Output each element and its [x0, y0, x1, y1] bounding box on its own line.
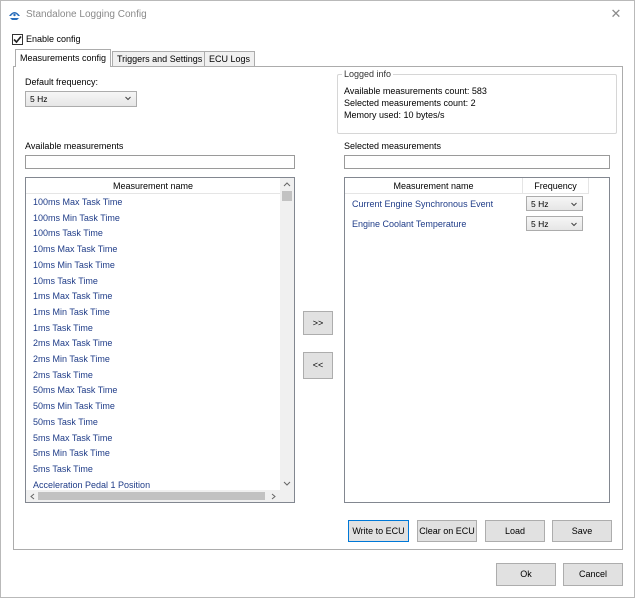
selected-measurements-label: Selected measurements	[344, 141, 442, 151]
save-button[interactable]: Save	[552, 520, 612, 542]
enable-config-label[interactable]: Enable config	[26, 34, 81, 44]
selected-measurements-list[interactable]: Measurement name Frequency Current Engin…	[344, 177, 610, 503]
remove-measurement-button[interactable]: <<	[303, 352, 333, 379]
title-bar[interactable]: Standalone Logging Config ✕	[1, 1, 634, 29]
close-icon[interactable]: ✕	[608, 6, 624, 22]
window-title: Standalone Logging Config	[26, 9, 147, 20]
list-item[interactable]: 5ms Task Time	[33, 464, 93, 474]
available-measurements-list[interactable]: Measurement name 100ms Max Task Time 100m…	[25, 177, 295, 503]
memory-used-text: Memory used: 10 bytes/s	[344, 110, 445, 120]
available-column-header[interactable]: Measurement name	[26, 178, 281, 194]
default-frequency-label: Default frequency:	[25, 77, 99, 87]
scroll-up-icon[interactable]	[283, 181, 291, 187]
list-item[interactable]: 100ms Min Task Time	[33, 213, 120, 223]
default-frequency-select[interactable]: 5 Hz	[25, 91, 137, 107]
selected-row-name[interactable]: Engine Coolant Temperature	[352, 219, 466, 229]
tab-ecu-logs[interactable]: ECU Logs	[204, 51, 256, 66]
ok-button[interactable]: Ok	[496, 563, 556, 586]
list-item[interactable]: 10ms Max Task Time	[33, 244, 117, 254]
list-item[interactable]: Acceleration Pedal 1 Position	[33, 480, 150, 490]
chevron-down-icon	[571, 222, 577, 227]
selected-count-text: Selected measurements count: 2	[344, 98, 476, 108]
logged-info-group: Logged info Available measurements count…	[337, 69, 617, 134]
default-frequency-value: 5 Hz	[30, 94, 48, 104]
enable-config-checkbox[interactable]	[12, 34, 23, 45]
row-frequency-value: 5 Hz	[531, 199, 549, 209]
selected-name-column-header[interactable]: Measurement name	[345, 178, 523, 194]
selected-row-name[interactable]: Current Engine Synchronous Event	[352, 199, 493, 209]
write-to-ecu-button[interactable]: Write to ECU	[348, 520, 409, 542]
scroll-corner	[280, 490, 294, 502]
logged-info-title: Logged info	[342, 69, 394, 79]
list-item[interactable]: 2ms Min Task Time	[33, 354, 110, 364]
list-item[interactable]: 50ms Task Time	[33, 417, 98, 427]
available-count-text: Available measurements count: 583	[344, 86, 487, 96]
list-item[interactable]: 50ms Max Task Time	[33, 385, 117, 395]
available-measurements-label: Available measurements	[25, 141, 124, 151]
list-item[interactable]: 5ms Max Task Time	[33, 433, 112, 443]
available-filter-input[interactable]	[25, 155, 295, 169]
clear-on-ecu-button[interactable]: Clear on ECU	[417, 520, 477, 542]
list-item[interactable]: 10ms Task Time	[33, 276, 98, 286]
app-logo-icon	[8, 9, 21, 21]
vertical-scroll-thumb[interactable]	[282, 191, 292, 201]
selected-filter-input[interactable]	[344, 155, 610, 169]
list-item[interactable]: 2ms Task Time	[33, 370, 93, 380]
tab-measurements-config[interactable]: Measurements config	[15, 49, 112, 67]
cancel-button[interactable]: Cancel	[563, 563, 623, 586]
scroll-left-icon[interactable]	[29, 493, 35, 500]
horizontal-scroll-thumb[interactable]	[38, 492, 265, 500]
list-item[interactable]: 1ms Task Time	[33, 323, 93, 333]
load-button[interactable]: Load	[485, 520, 545, 542]
list-item[interactable]: 5ms Min Task Time	[33, 448, 110, 458]
add-measurement-button[interactable]: >>	[303, 311, 333, 335]
tab-triggers-and-settings[interactable]: Triggers and Settings	[112, 51, 208, 66]
list-item[interactable]: 100ms Max Task Time	[33, 197, 122, 207]
list-item[interactable]: 50ms Min Task Time	[33, 401, 115, 411]
scroll-down-icon[interactable]	[283, 481, 291, 487]
list-item[interactable]: 1ms Min Task Time	[33, 307, 110, 317]
selected-frequency-column-header[interactable]: Frequency	[523, 178, 589, 194]
list-item[interactable]: 2ms Max Task Time	[33, 338, 112, 348]
list-item[interactable]: 1ms Max Task Time	[33, 291, 112, 301]
row-frequency-value: 5 Hz	[531, 219, 549, 229]
row-frequency-select[interactable]: 5 Hz	[526, 196, 583, 211]
available-vertical-scrollbar[interactable]	[280, 178, 294, 490]
row-frequency-select[interactable]: 5 Hz	[526, 216, 583, 231]
scroll-right-icon[interactable]	[271, 493, 277, 500]
checkmark-icon	[13, 35, 22, 44]
dialog-window: Standalone Logging Config ✕ Enable confi…	[0, 0, 635, 598]
chevron-down-icon	[125, 96, 131, 101]
chevron-down-icon	[571, 202, 577, 207]
list-item[interactable]: 100ms Task Time	[33, 228, 103, 238]
available-horizontal-scrollbar[interactable]	[26, 490, 281, 502]
list-item[interactable]: 10ms Min Task Time	[33, 260, 115, 270]
